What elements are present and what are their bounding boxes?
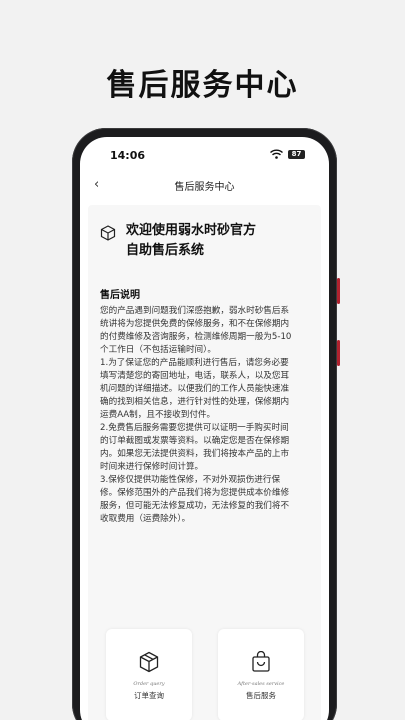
description-line: 内。如果您无法提供资料，我们将按本产品的上市	[100, 449, 290, 459]
battery-icon: 87	[288, 150, 305, 159]
description-line: 填写清楚您的寄回地址，电话，联系人，以及您耳	[100, 371, 290, 381]
description-line: 机问题的详细描述。以便我们的工作人员能快速准	[100, 384, 290, 394]
description-line: 运费AA制，且不接收到付件。	[100, 410, 216, 420]
status-time: 14:06	[110, 149, 146, 162]
welcome-title-line2: 自助售后系统	[126, 243, 205, 258]
description-line: 的付费维修及咨询服务，检测维修周期一般为5-10	[100, 332, 292, 342]
status-bar: 14:06 87	[80, 137, 329, 169]
description-line: 修。保修范围外的产品我们将为您提供成本价维修	[100, 488, 290, 498]
after-sales-label: 售后服务	[246, 691, 276, 700]
nav-title: 售后服务中心	[174, 182, 235, 193]
description-line: 您的产品遇到问题我们深感抱歉，弱水时砂售后系	[100, 306, 290, 316]
after-sales-en-label: After-sales service	[237, 681, 285, 687]
content-panel: 欢迎使用弱水时砂官方 自助售后系统 售后说明 您的产品遇到问题我们深感抱歉，弱水…	[88, 205, 321, 720]
phone-side-button	[337, 278, 340, 304]
phone-screen: 14:06 87 ‹ 售后服务中心 欢迎使用弱水时砂官方 自助售后系统 售后说明…	[80, 137, 329, 720]
description-line: 2.免费售后服务需要您提供可以证明一手购买时间	[100, 423, 289, 433]
shopping-bag-icon	[252, 651, 270, 672]
nav-bar: ‹ 售后服务中心	[80, 169, 329, 199]
description-line: 服务，但可能无法修复成功，无法修复的我们将不	[100, 501, 290, 511]
phone-side-button	[337, 340, 340, 366]
description-line: 确的找到相关信息，进行针对性的处理，保修期内	[100, 397, 290, 407]
phone-frame: 14:06 87 ‹ 售后服务中心 欢迎使用弱水时砂官方 自助售后系统 售后说明…	[72, 128, 340, 720]
after-sales-service-card[interactable]: After-sales service 售后服务	[218, 629, 304, 720]
promo-title: 售后服务中心	[106, 68, 299, 103]
description-line: 个工作日（不包括运输时间）。	[100, 345, 217, 355]
order-query-card[interactable]: Order query 订单查询	[106, 629, 192, 720]
welcome-title-line1: 欢迎使用弱水时砂官方	[126, 223, 257, 238]
order-query-en-label: Order query	[133, 681, 165, 687]
section-title: 售后说明	[100, 290, 140, 301]
wifi-icon	[270, 149, 283, 159]
order-query-label: 订单查询	[134, 691, 164, 700]
description-line: 统讲将为您提供免费的保修服务，和不在保修期内	[100, 319, 290, 329]
description-line: 1.为了保证您的产品能顺利进行售后，请您务必要	[100, 358, 289, 368]
description-line: 3.保修仅提供功能性保修，不对外观损伤进行保	[100, 475, 281, 485]
package-icon	[139, 651, 159, 673]
description-line: 收取费用（运费除外）。	[100, 514, 191, 524]
after-sales-description: 您的产品遇到问题我们深感抱歉，弱水时砂售后系 统讲将为您提供免费的保修服务，和不…	[100, 305, 310, 526]
box-logo-icon	[100, 225, 116, 241]
description-line: 时间来进行保修时间计算。	[100, 462, 204, 472]
description-line: 的订单截图或发票等资料。以确定您是否在保修期	[100, 436, 290, 446]
